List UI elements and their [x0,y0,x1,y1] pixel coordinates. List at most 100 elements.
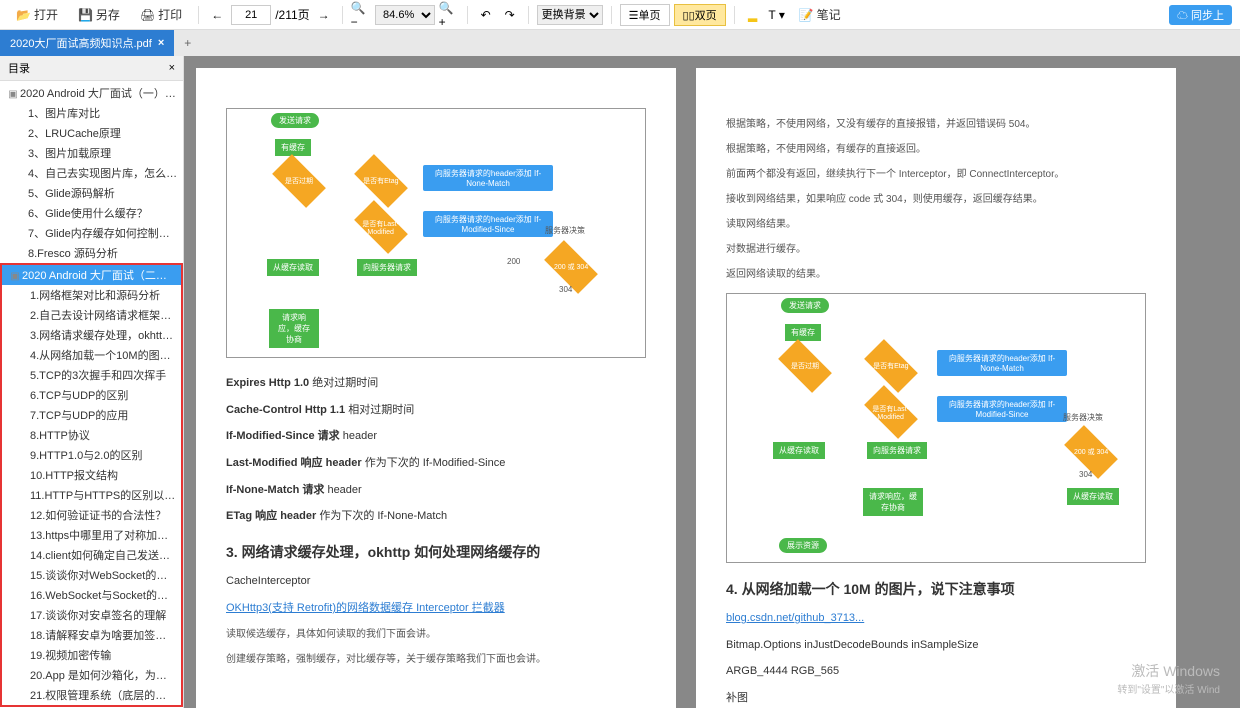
flow-start: 发送请求 [271,113,319,128]
outline-item[interactable]: 4、自己去实现图片库，怎么做？ [0,163,183,183]
cache-flowchart: 发送请求 有缓存 是否过期 是否有Etag 向服务器请求的header添加 If… [226,108,646,358]
separator [528,6,529,24]
zoom-out-button[interactable]: 🔍− [351,5,371,25]
flow-start: 发送请求 [781,298,829,313]
separator [611,6,612,24]
outline-item[interactable]: 5.TCP的3次握手和四次挥手 [2,365,181,385]
cache-flowchart-2: 发送请求 有缓存 是否过期 是否有Etag 向服务器请求的header添加 If… [726,293,1146,563]
highlight-tool[interactable]: ▂ [743,5,763,25]
separator [198,6,199,24]
page-viewport[interactable]: 发送请求 有缓存 是否过期 是否有Etag 向服务器请求的header添加 If… [184,56,1240,708]
body-text: Bitmap.Options inJustDecodeBounds inSamp… [726,636,1146,655]
flow-label-200: 200 [507,257,520,266]
flow-etag-diamond: 是否有Etag [864,339,918,393]
outline-item[interactable]: 12.如何验证证书的合法性？ [2,505,181,525]
outline-section[interactable]: ▣2020 Android 大厂面试（一）图片 含 答 [0,83,183,103]
double-page-button[interactable]: ▯▯双页 [674,4,726,26]
outline-item[interactable]: 3、图片加载原理 [0,143,183,163]
zoom-select[interactable]: 84.6% [375,5,435,25]
pdf-page-right: 根据策略，不使用网络，又没有缓存的直接报错，并返回错误码 504。根据策略，不使… [696,68,1176,708]
add-tab-button[interactable]: + [174,32,201,54]
flow-filter-diamond: 是否过期 [272,154,326,208]
policy-line: 读取网络结果。 [726,216,1146,233]
sidebar-header: 目录 × [0,56,183,81]
sidebar-close-button[interactable]: × [169,62,175,74]
outline-item[interactable]: 5、Glide源码解析 [0,183,183,203]
separator [467,6,468,24]
outline-item[interactable]: 19.视频加密传输 [2,645,181,665]
flow-success: 请求响应，缓存协商 [863,488,923,516]
tab-label: 2020大厂面试高频知识点.pdf [10,35,152,51]
page-number-input[interactable] [231,5,271,25]
outline-item[interactable]: 11.HTTP与HTTPS的区别以及如何实现 [2,485,181,505]
flow-label-304: 304 [1079,470,1092,479]
outline-item[interactable]: 3.网络请求缓存处理，okhttp如何处理 [2,325,181,345]
page-total-label: /211页 [275,6,309,23]
flow-from-cache: 从缓存读取 [773,442,825,459]
outline-item[interactable]: 18.请解释安卓为啥要加签名机制？ [2,625,181,645]
outline-tree: ▣2020 Android 大厂面试（一）图片 含 答1、图片库对比2、LRUC… [0,81,183,708]
outline-item[interactable]: 9.HTTP1.0与2.0的区别 [2,445,181,465]
outline-item[interactable]: 2、LRUCache原理 [0,123,183,143]
notes-button[interactable]: 📝笔记 [791,3,849,26]
outline-item[interactable]: 13.https中哪里用了对称加密，哪里用 [2,525,181,545]
flow-cache: 有缓存 [785,324,821,341]
redo-button[interactable]: ↷ [500,5,520,25]
print-button[interactable]: 🖨打印 [132,3,190,26]
outline-item[interactable]: 8.Fresco 源码分析 [0,243,183,263]
next-page-button[interactable]: → [314,5,334,25]
outline-item[interactable]: 6、Glide使用什么缓存？ [0,203,183,223]
outline-item[interactable]: 21.权限管理系统（底层的权限是如何 [2,685,181,705]
document-tab[interactable]: 2020大厂面试高频知识点.pdf × [0,30,174,56]
policy-line: 对数据进行缓存。 [726,241,1146,258]
cloud-sync-button[interactable]: ☁ 同步上 [1169,5,1232,25]
body-line: Cache-Control Http 1.1 相对过期时间 [226,401,646,420]
flow-cache: 有缓存 [275,139,311,156]
outline-item[interactable]: 16.WebSocket与Socket的区别 [2,585,181,605]
flow-success: 请求响应，缓存协商 [269,309,319,348]
prev-page-button[interactable]: ← [207,5,227,25]
windows-activation-watermark: 激活 Windows 转到"设置"以激活 Wind [1117,661,1220,696]
heading-3: 3. 网络请求缓存处理，okhttp 如何处理网络缓存的 [226,542,646,562]
outline-item[interactable]: 1.网络框架对比和源码分析 [2,285,181,305]
close-tab-button[interactable]: × [158,37,164,49]
undo-button[interactable]: ↶ [476,5,496,25]
flow-lastmod-diamond: 是否有Last-Modified [354,200,408,254]
body-note: 创建缓存策略，强制缓存，对比缓存等，关于缓存策略我们下面也会讲。 [226,651,646,668]
outline-item[interactable]: 20.App 是如何沙箱化，为什么要这么 [2,665,181,685]
zoom-in-button[interactable]: 🔍+ [439,5,459,25]
open-icon: 📂 [16,8,31,22]
outline-item[interactable]: 17.谈谈你对安卓签名的理解 [2,605,181,625]
outline-item[interactable]: 6.TCP与UDP的区别 [2,385,181,405]
open-button[interactable]: 📂打开 [8,3,66,26]
link-okhttp[interactable]: OKHttp3(支持 Retrofit)的网络数据缓存 Interceptor … [226,602,505,614]
outline-item[interactable]: 7、Glide内存缓存如何控制大小？ [0,223,183,243]
outline-item[interactable]: 15.谈谈你对WebSocket的理解 [2,565,181,585]
outline-item[interactable]: 4.从网络加载一个10M的图片，说下注 [2,345,181,365]
flow-req-etag: 向服务器请求的header添加 If-None-Match [937,350,1067,376]
policy-line: 根据策略，不使用网络，有缓存的直接返回。 [726,141,1146,158]
flow-server-req: 向服务器请求 [867,442,927,459]
flow-label-server: 服务器决策 [545,225,585,236]
outline-item[interactable]: 1、图片库对比 [0,103,183,123]
tab-bar: 2020大厂面试高频知识点.pdf × + [0,30,1240,56]
outline-section[interactable]: ▣2020 Android 大厂面试（二）网络和安全 [2,265,181,285]
save-icon: 💾 [78,8,93,22]
link-csdn[interactable]: blog.csdn.net/github_3713... [726,612,864,624]
single-page-button[interactable]: ☰单页 [620,4,670,26]
flow-req-lastmod: 向服务器请求的header添加 If-Modified-Since [937,396,1067,422]
outline-item[interactable]: 2.自己去设计网络请求框架，怎么做？ [2,305,181,325]
flow-from-cache: 从缓存读取 [267,259,319,276]
background-select[interactable]: 更换背景 [537,5,603,25]
save-button[interactable]: 💾另存 [70,3,128,26]
body-line: Last-Modified 响应 header 作为下次的 If-Modifie… [226,454,646,473]
sidebar-title: 目录 [8,60,30,76]
outline-item[interactable]: 10.HTTP报文结构 [2,465,181,485]
outline-item[interactable]: 7.TCP与UDP的应用 [2,405,181,425]
outline-sidebar: 目录 × ▣2020 Android 大厂面试（一）图片 含 答1、图片库对比2… [0,56,184,708]
outline-item[interactable]: 14.client如何确定自己发送的消息被se [2,545,181,565]
outline-item[interactable]: 8.HTTP协议 [2,425,181,445]
body-line: Expires Http 1.0 绝对过期时间 [226,374,646,393]
text-tool[interactable]: T ▾ [767,5,787,25]
flow-from-cache-2: 从缓存读取 [1067,488,1119,505]
